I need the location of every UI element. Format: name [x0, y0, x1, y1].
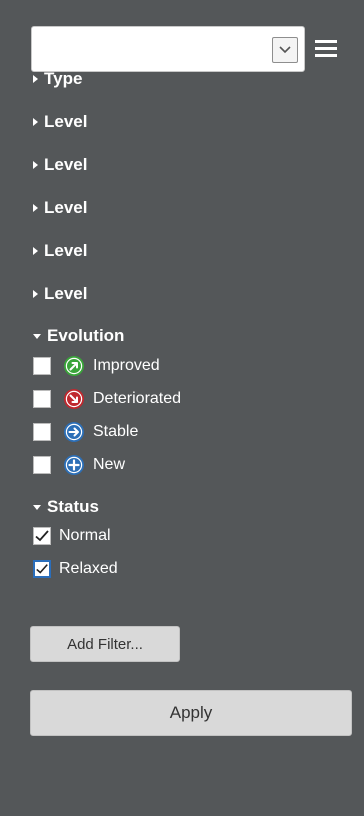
section-level-label: Level [44, 241, 88, 260]
collapse-triangle-icon [33, 504, 41, 510]
improved-checkbox[interactable] [33, 357, 51, 375]
stable-arrow-icon [64, 422, 84, 442]
section-level-2[interactable]: Level [33, 152, 87, 178]
evolution-label: Improved [93, 357, 160, 374]
section-level-label: Level [44, 198, 88, 217]
section-type[interactable]: Type [33, 66, 82, 92]
filter-panel: Type Level Level Level Level Level Evolu… [0, 0, 364, 816]
section-level-1[interactable]: Level [33, 109, 87, 135]
expand-triangle-icon [33, 161, 38, 169]
normal-checkbox[interactable] [33, 527, 51, 545]
stable-checkbox[interactable] [33, 423, 51, 441]
deteriorated-checkbox[interactable] [33, 390, 51, 408]
section-evolution[interactable]: Evolution [33, 323, 124, 349]
add-filter-button[interactable]: Add Filter... [30, 626, 180, 662]
evolution-item-new[interactable]: New [33, 452, 125, 478]
status-item-relaxed[interactable]: Relaxed [33, 556, 118, 582]
new-plus-icon [64, 455, 84, 475]
section-level-3[interactable]: Level [33, 195, 87, 221]
section-type-label: Type [44, 69, 83, 88]
checkmark-icon [35, 530, 49, 542]
section-level-label: Level [44, 112, 88, 131]
checkmark-icon [36, 564, 48, 574]
status-label: Normal [59, 527, 111, 544]
new-checkbox[interactable] [33, 456, 51, 474]
chevron-down-icon[interactable] [272, 37, 298, 63]
section-level-label: Level [44, 284, 88, 303]
status-label: Relaxed [59, 560, 118, 577]
expand-triangle-icon [33, 75, 38, 83]
relaxed-checkbox[interactable] [33, 560, 51, 578]
evolution-item-stable[interactable]: Stable [33, 419, 138, 445]
hamburger-menu-icon[interactable] [315, 40, 337, 58]
evolution-label: New [93, 456, 126, 473]
improved-arrow-icon [64, 356, 84, 376]
section-level-4[interactable]: Level [33, 238, 87, 264]
apply-button[interactable]: Apply [30, 690, 352, 736]
section-status-label: Status [47, 497, 99, 516]
section-status[interactable]: Status [33, 494, 99, 520]
evolution-label: Stable [93, 423, 139, 440]
evolution-item-improved[interactable]: Improved [33, 353, 160, 379]
expand-triangle-icon [33, 247, 38, 255]
expand-triangle-icon [33, 118, 38, 126]
evolution-item-deteriorated[interactable]: Deteriorated [33, 386, 181, 412]
expand-triangle-icon [33, 204, 38, 212]
collapse-triangle-icon [33, 333, 41, 339]
deteriorated-arrow-icon [64, 389, 84, 409]
section-level-label: Level [44, 155, 88, 174]
expand-triangle-icon [33, 290, 38, 298]
evolution-label: Deteriorated [93, 390, 182, 407]
section-level-5[interactable]: Level [33, 281, 87, 307]
status-item-normal[interactable]: Normal [33, 523, 111, 549]
section-evolution-label: Evolution [47, 326, 125, 345]
